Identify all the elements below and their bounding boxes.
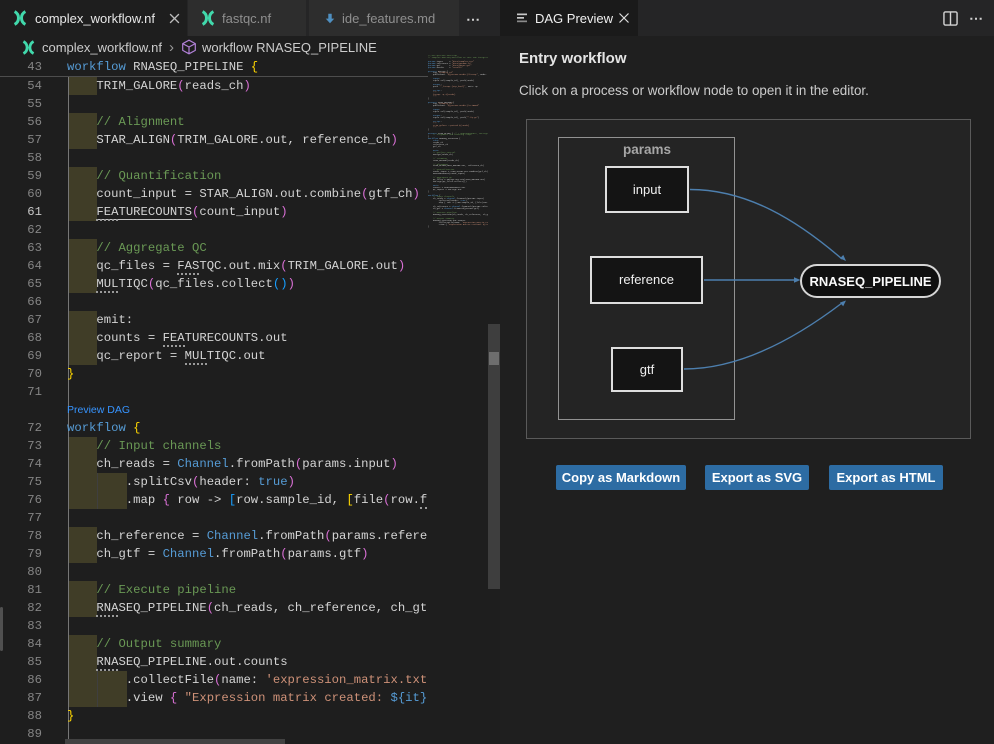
svg-text:reference: reference: [619, 272, 674, 287]
svg-text:input: input: [633, 182, 662, 197]
svg-text:params: params: [623, 142, 671, 157]
svg-text:gtf: gtf: [640, 362, 655, 377]
svg-text:RNASEQ_PIPELINE: RNASEQ_PIPELINE: [809, 274, 931, 289]
